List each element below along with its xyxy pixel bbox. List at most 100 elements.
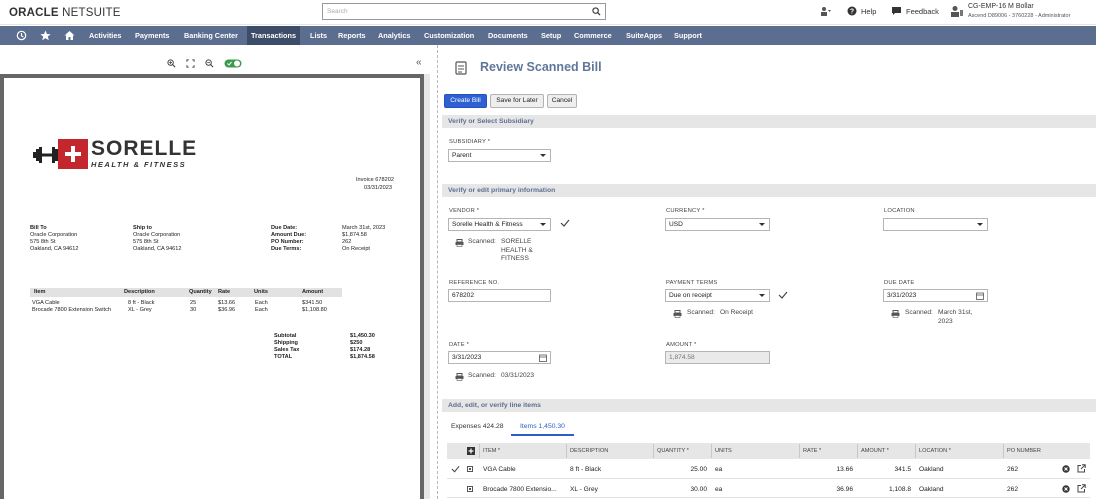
open-external-icon[interactable] [1077,484,1086,493]
th-quantity[interactable]: QUANTITY * [657,448,689,454]
nav-item-commerce[interactable]: Commerce [570,26,616,45]
chevron-down-icon [759,294,765,297]
user-roles-icon[interactable] [950,5,964,18]
home-icon[interactable] [64,30,75,41]
cell-item[interactable]: Brocade 7800 Extensio... [483,486,557,493]
feedback-link[interactable]: Feedback [891,6,939,16]
nav-item-documents[interactable]: Documents [484,26,532,45]
nav-item-activities[interactable]: Activities [85,26,125,45]
table-row[interactable] [447,460,1090,479]
nav-item-transactions[interactable]: Transactions [247,26,301,45]
th-units[interactable]: UNITS [715,448,732,454]
row-handle-icon[interactable] [467,466,473,472]
th-description[interactable]: DESCRIPTION [570,448,608,454]
payment-terms-select[interactable]: Due on receipt [665,289,770,302]
date-scanned-label: Scanned: [468,372,496,379]
invoice-col-description: 8 ft - Black XL - Grey [128,300,155,314]
nav-item-setup[interactable]: Setup [537,26,565,45]
terms-verified-check-icon [778,291,788,299]
netsuite-logo[interactable]: ORACLE NETSUITE [9,7,121,19]
cancel-button[interactable]: Cancel [547,94,577,108]
cell-amount[interactable]: 341.5 [861,466,911,473]
cell-location[interactable]: Oakland [919,466,944,473]
th-po-number[interactable]: PO NUMBER [1007,448,1041,454]
tab-expenses[interactable]: Expenses 424.28 [451,423,504,430]
cell-rate[interactable]: 13.66 [803,466,853,473]
sorelle-dumbbell-logo-icon [33,147,61,163]
calendar-icon[interactable] [539,354,547,362]
th-amount[interactable]: AMOUNT * [861,448,889,454]
invoice-col-units: Each Each [255,300,268,314]
cell-description[interactable]: 8 ft - Black [570,466,601,473]
user-name[interactable]: CG-EMP-16 M Bollar [968,3,1034,10]
reference-input[interactable]: 678202 [448,289,551,302]
document-scrollbar[interactable] [424,74,430,499]
fit-to-page-icon[interactable] [186,58,195,68]
subsidiary-label: SUBSIDIARY * [449,139,491,145]
row-handle-icon[interactable] [467,486,473,492]
due-date-scanned-value: March 31st, 2023 [938,309,973,325]
remove-row-icon[interactable] [1062,465,1070,473]
search-icon[interactable] [592,7,601,16]
nav-item-lists[interactable]: Lists [306,26,331,45]
nav-item-support[interactable]: Support [670,26,706,45]
th-location[interactable]: LOCATION * [919,448,951,454]
vendor-select[interactable]: Sorelle Health & Fitness [448,218,551,231]
invoice-col-amount: $341.50 $1,108.80 [302,300,327,314]
zoom-out-icon[interactable] [205,58,214,68]
user-role[interactable]: Ascend D89006 - 3760228 - Administrator [968,13,1070,19]
nav-item-analytics[interactable]: Analytics [374,26,414,45]
top-bar: ORACLE NETSUITE Search ? Help Feedback C… [0,0,1096,25]
open-external-icon[interactable] [1077,464,1086,473]
global-search-input[interactable]: Search [322,3,606,20]
currency-select[interactable]: USD [665,218,770,231]
add-line-icon[interactable] [467,447,475,455]
cell-location[interactable]: Oakland [919,486,944,493]
cell-quantity[interactable]: 30.00 [657,486,707,493]
pane-divider[interactable] [437,45,438,499]
collapse-pane-icon[interactable]: « [416,57,422,68]
location-select[interactable] [883,218,988,231]
cell-item[interactable]: VGA Cable [483,466,516,473]
nav-item-banking-center[interactable]: Banking Center [180,26,242,45]
feedback-icon [892,7,901,15]
cell-quantity[interactable]: 25.00 [657,466,707,473]
invoice-number: Invoice 678202 [356,177,394,183]
recent-records-icon[interactable] [820,6,832,17]
th-item[interactable]: ITEM * [483,448,500,454]
section-subsidiary[interactable]: Verify or Select Subsidiary [442,115,1096,128]
nav-item-payments[interactable]: Payments [131,26,173,45]
cell-po-number[interactable]: 262 [1007,466,1018,473]
cell-po-number[interactable]: 262 [1007,486,1018,493]
cell-units[interactable]: ea [715,466,722,473]
save-for-later-button[interactable]: Save for Later [490,94,544,108]
cell-amount[interactable]: 1,108.8 [861,486,911,493]
invoice-col-quantity: 25 30 [190,300,197,314]
tab-items[interactable]: Items 1,450.30 [520,423,565,430]
favorites-star-icon[interactable] [40,30,51,41]
remove-row-icon[interactable] [1062,485,1070,493]
zoom-in-icon[interactable] [167,58,176,68]
cell-units[interactable]: ea [715,486,722,493]
subsidiary-select[interactable]: Parent [448,149,551,162]
calendar-icon[interactable] [976,292,984,300]
cell-description[interactable]: XL - Grey [570,486,598,493]
recent-history-icon[interactable] [16,30,27,41]
section-line-items[interactable]: Add, edit, or verify line items [442,399,1096,412]
date-input[interactable]: 3/31/2023 [448,351,551,364]
scanned-printer-icon [891,310,900,318]
column-separator [857,444,858,458]
th-rate[interactable]: RATE * [803,448,821,454]
section-primary-info[interactable]: Verify or edit primary information [442,184,1096,197]
nav-item-suiteapps[interactable]: SuiteApps [622,26,666,45]
nav-item-customization[interactable]: Customization [420,26,478,45]
create-bill-button[interactable]: Create Bill [444,94,487,108]
due-date-input[interactable]: 3/31/2023 [883,289,988,302]
highlight-toggle[interactable] [224,59,242,68]
help-link[interactable]: ? Help [847,6,876,16]
chevron-down-icon [540,154,546,157]
active-tab-indicator [511,434,574,436]
cell-rate[interactable]: 36.96 [803,486,853,493]
invoice-meta-labels: Due Date: Amount Due: PO Number: Due Ter… [271,225,307,253]
nav-item-reports[interactable]: Reports [334,26,370,45]
